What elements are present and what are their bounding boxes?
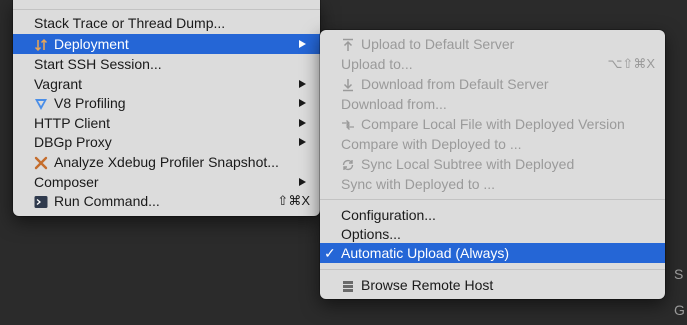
menu-separator — [320, 199, 665, 200]
menu-item-label: Configuration... — [341, 207, 436, 223]
background-text-fragment: G — [674, 302, 685, 318]
menu-item-label: Download from... — [341, 96, 447, 112]
submenu-arrow-icon — [299, 119, 306, 127]
menu-item-label: V8 Profiling — [54, 95, 126, 111]
menu-item-label: Sync with Deployed to ... — [341, 176, 496, 192]
menu-item-sync-with[interactable]: Sync with Deployed to ... — [320, 174, 665, 194]
menu-item-run-command[interactable]: Run Command... ⇧⌘X — [13, 191, 320, 211]
menu-item-shortcut: ⇧⌘X — [277, 193, 310, 208]
menu-item-label: Stack Trace or Thread Dump... — [34, 15, 226, 31]
compare-icon — [341, 117, 355, 131]
menu-item-label: Vagrant — [34, 76, 82, 92]
xdebug-icon — [34, 155, 48, 170]
menu-item-label: Download from Default Server — [361, 76, 549, 92]
menu-item-label: Deployment — [54, 36, 129, 52]
menu-item-start-ssh[interactable]: Start SSH Session... — [13, 54, 320, 74]
menu-item-upload-default[interactable]: Upload to Default Server — [320, 34, 665, 54]
menu-item-browse-remote-host[interactable]: Browse Remote Host — [320, 275, 665, 295]
menu-item-deployment[interactable]: Deployment — [13, 34, 320, 54]
menu-item-options[interactable]: Options... — [320, 224, 665, 244]
menu-item-label: Options... — [341, 226, 401, 242]
menu-item-label: Upload to Default Server — [361, 36, 515, 52]
menu-item-compare-local[interactable]: Compare Local File with Deployed Version — [320, 114, 665, 134]
menu-item-stack-trace[interactable]: Stack Trace or Thread Dump... — [13, 13, 320, 33]
submenu-arrow-icon — [299, 138, 306, 146]
menu-item-label: DBGp Proxy — [34, 134, 112, 150]
menu-item-configuration[interactable]: Configuration... — [320, 205, 665, 225]
menu-item-download-default[interactable]: Download from Default Server — [320, 74, 665, 94]
upload-icon — [341, 37, 355, 51]
terminal-icon — [34, 194, 48, 208]
menu-item-analyze-xdebug[interactable]: Analyze Xdebug Profiler Snapshot... — [13, 152, 320, 172]
menu-item-label: Sync Local Subtree with Deployed — [361, 156, 575, 172]
checkmark-icon: ✓ — [324, 245, 336, 261]
background-text-fragment: S — [674, 266, 684, 282]
menu-item-vagrant[interactable]: Vagrant — [13, 74, 320, 94]
menu-item-v8-profiling[interactable]: V8 Profiling — [13, 93, 320, 113]
menu-item-automatic-upload[interactable]: ✓ Automatic Upload (Always) — [320, 243, 665, 263]
menu-item-label: Browse Remote Host — [361, 277, 494, 293]
menu-item-label: Composer — [34, 174, 99, 190]
menu-item-label: Run Command... — [54, 193, 160, 209]
deployment-submenu: Upload to Default Server Upload to... ⌥⇧… — [320, 30, 665, 299]
menu-item-http-client[interactable]: HTTP Client — [13, 113, 320, 133]
menu-item-label: Analyze Xdebug Profiler Snapshot... — [54, 154, 279, 170]
menu-item-composer[interactable]: Composer — [13, 172, 320, 192]
menu-item-upload-to[interactable]: Upload to... ⌥⇧⌘X — [320, 54, 665, 74]
deployment-arrows-icon — [34, 37, 48, 52]
menu-item-label: Upload to... — [341, 56, 413, 72]
sync-icon — [341, 157, 355, 171]
menu-item-label: Compare Local File with Deployed Version — [361, 116, 625, 132]
submenu-arrow-icon — [299, 80, 306, 88]
submenu-arrow-icon — [299, 40, 306, 48]
menu-item-download-from[interactable]: Download from... — [320, 94, 665, 114]
menu-item-shortcut: ⌥⇧⌘X — [607, 56, 655, 71]
server-icon — [341, 278, 355, 292]
menu-item-label: Compare with Deployed to ... — [341, 136, 522, 152]
v8-logo-icon — [34, 96, 48, 110]
menu-item-label: HTTP Client — [34, 115, 110, 131]
tools-menu: Stack Trace or Thread Dump... Deployment… — [13, 0, 320, 216]
menu-item-compare-with[interactable]: Compare with Deployed to ... — [320, 134, 665, 154]
download-icon — [341, 77, 355, 92]
submenu-arrow-icon — [299, 99, 306, 107]
menu-item-label: Automatic Upload (Always) — [341, 245, 510, 261]
menu-item-label: Start SSH Session... — [34, 56, 162, 72]
menu-separator — [13, 9, 320, 10]
menu-separator — [320, 269, 665, 270]
menu-item-sync-local[interactable]: Sync Local Subtree with Deployed — [320, 154, 665, 174]
menu-item-dbgp-proxy[interactable]: DBGp Proxy — [13, 132, 320, 152]
submenu-arrow-icon — [299, 178, 306, 186]
